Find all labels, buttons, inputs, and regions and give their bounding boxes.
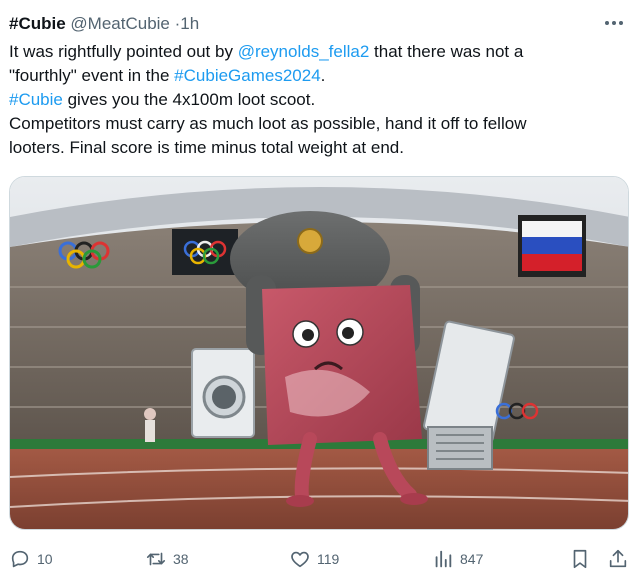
user-handle[interactable]: @MeatCubie [70,14,169,33]
post-time[interactable]: 1h [180,14,199,33]
view-count: 847 [460,551,484,567]
post-header: #Cubie @MeatCubie ·1h [9,14,629,36]
repost-icon [146,552,166,566]
bookmark-button[interactable] [569,546,591,572]
hashtag-link[interactable]: #CubieGames2024 [174,66,320,85]
text-segment: gives you the 4x100m loot scoot. [62,90,316,109]
post-text-line: looters. Final score is time minus total… [9,138,404,157]
bookmark-icon [573,549,587,569]
views-button[interactable]: 847 [432,546,483,572]
repost-button[interactable]: 38 [145,546,189,572]
like-button[interactable]: 119 [289,546,339,572]
views-icon [435,550,452,568]
reply-count: 10 [37,551,53,567]
post-text-line: It was rightfully pointed out by @reynol… [9,40,629,64]
action-bar: 10 38 119 847 [9,546,629,572]
post-text-line: Competitors must carry as much loot as p… [9,114,527,133]
reply-icon [11,550,29,568]
heart-icon [291,551,309,568]
hashtag-link[interactable]: #Cubie [9,90,63,109]
reply-button[interactable]: 10 [9,546,53,572]
text-segment: It was rightfully pointed out by [9,42,238,61]
mention-link[interactable]: @reynolds_fella2 [238,42,370,61]
text-segment: . [320,66,326,85]
display-name[interactable]: #Cubie [9,14,66,33]
post-text-line: "fourthly" event in the #CubieGames2024. [9,64,629,88]
text-segment: that there was not a [369,42,524,61]
post-text: It was rightfully pointed out by @reynol… [9,40,629,160]
share-icon [609,549,627,568]
post-text-line: #Cubie gives you the 4x100m loot scoot. [9,88,629,112]
like-count: 119 [317,551,340,567]
share-button[interactable] [607,546,629,572]
repost-count: 38 [173,551,189,567]
post-image[interactable] [9,176,629,530]
more-icon[interactable] [599,8,629,38]
text-segment: "fourthly" event in the [9,66,175,85]
